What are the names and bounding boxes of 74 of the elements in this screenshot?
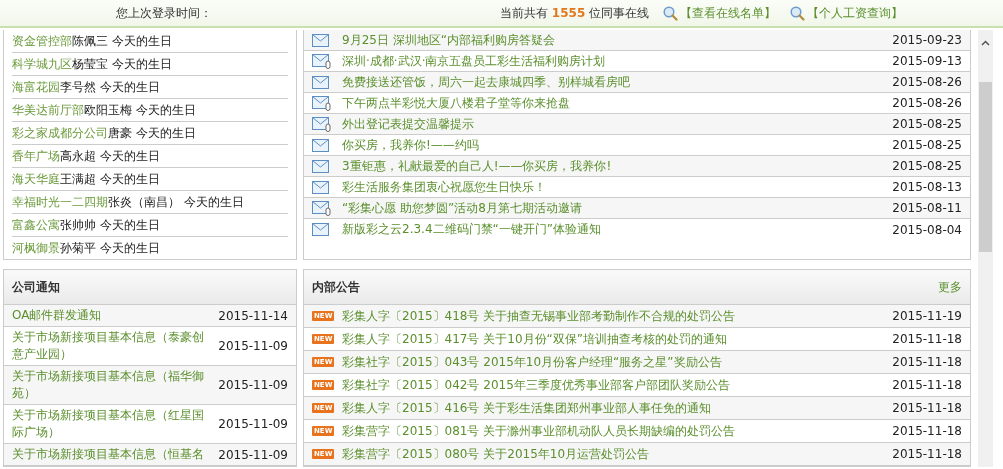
birthday-entry: 资金管控部陈佩三 今天的生日 <box>12 34 172 48</box>
date-text: 2015-08-25 <box>892 117 962 131</box>
scrollbar-thumb[interactable] <box>979 82 992 252</box>
message-link[interactable]: 深圳·成都·武汉·南京五盘员工彩生活福利购房计划 <box>342 52 893 70</box>
message-link[interactable]: 9月25日 深圳地区“内部福利购房答疑会 <box>342 31 893 49</box>
date-text: 2015-11-09 <box>218 447 288 462</box>
date-text: 2015-11-14 <box>218 308 288 323</box>
envelope-icon <box>312 159 329 173</box>
date-text: 2015-11-09 <box>218 378 288 392</box>
panel-title: 公司通知 <box>12 278 60 296</box>
date-text: 2015-08-25 <box>892 159 962 173</box>
notice-link[interactable]: 彩集人字〔2015〕418号 关于抽查无锡事业部考勤制作不合规的处罚公告 <box>342 307 893 325</box>
date-text: 2015-08-11 <box>892 201 962 215</box>
date-text: 2015-08-25 <box>892 138 962 152</box>
date-text: 2015-09-13 <box>892 54 962 68</box>
birthday-entry: 海天华庭王满超 今天的生日 <box>12 172 160 186</box>
notice-link[interactable]: OA邮件群发通知 <box>12 307 211 324</box>
date-text: 2015-11-18 <box>892 355 962 369</box>
message-link[interactable]: 3重钜惠，礼献最爱的自己人!——你买房，我养你! <box>342 157 893 175</box>
birthday-entry: 华美达前厅部欧阳玉梅 今天的生日 <box>12 103 196 117</box>
notice-link[interactable]: 关于市场新接项目基本信息（福华御苑） <box>12 368 211 402</box>
notice-link[interactable]: 彩集营字〔2015〕081号 关于滁州事业部机动队人员长期缺编的处罚公告 <box>342 422 893 440</box>
scrollbar[interactable] <box>978 30 993 467</box>
envelope-icon <box>312 138 329 152</box>
message-link[interactable]: “彩集心愿 助您梦圆”活动8月第七期活动邀请 <box>342 199 893 217</box>
birthday-entry: 海富花园李号然 今天的生日 <box>12 80 160 94</box>
date-text: 2015-08-04 <box>892 222 962 237</box>
envelope-paperclip-icon <box>312 95 331 111</box>
message-link[interactable]: 彩生活服务集团衷心祝愿您生日快乐！ <box>342 178 893 196</box>
notice-link[interactable]: 关于市场新接项目基本信息（泰豪创意产业园） <box>12 329 211 363</box>
date-text: 2015-08-13 <box>892 180 962 194</box>
date-text: 2015-08-26 <box>892 96 962 110</box>
birthday-entry: 彩之家成都分公司唐豪 今天的生日 <box>12 126 196 140</box>
birthday-entry: 科学城九区杨莹宝 今天的生日 <box>12 57 172 71</box>
date-text: 2015-11-18 <box>892 424 962 438</box>
date-text: 2015-11-18 <box>892 378 962 392</box>
message-link[interactable]: 免费接送还管饭，周六一起去康城四季、别样城看房吧 <box>342 73 893 91</box>
online-count-text: 当前共有 1555 位同事在线 <box>500 4 650 22</box>
date-text: 2015-11-18 <box>892 447 962 461</box>
search-icon <box>663 5 679 21</box>
date-text: 2015-08-26 <box>892 75 962 89</box>
message-link[interactable]: 下午两点半彩悦大厦八楼君子堂等你来抢盘 <box>342 94 893 112</box>
date-text: 2015-11-18 <box>892 332 962 346</box>
search-icon <box>790 5 806 21</box>
more-link[interactable]: 更多 <box>938 278 962 296</box>
scroll-up-icon[interactable] <box>981 40 990 46</box>
birthday-entry: 河枫御景孙菊平 今天的生日 <box>12 241 160 255</box>
message-link[interactable]: 你买房，我养你!——约吗 <box>342 136 893 154</box>
last-login-label: 您上次登录时间： <box>116 4 213 22</box>
envelope-icon <box>312 180 329 194</box>
message-link[interactable]: 外出登记表提交温馨提示 <box>342 115 893 133</box>
date-text: 2015-11-09 <box>218 417 288 431</box>
notice-link[interactable]: 关于市场新接项目基本信息（恒基名 <box>12 446 211 463</box>
envelope-icon <box>312 33 329 47</box>
link[interactable]: 【个人工资查询】 <box>790 4 904 22</box>
link[interactable]: 【查看在线名单】 <box>663 4 777 22</box>
notice-link[interactable]: 关于市场新接项目基本信息（红星国际广场） <box>12 407 211 441</box>
panel-title: 内部公告 <box>312 278 360 296</box>
birthday-entry: 香年广场高永超 今天的生日 <box>12 149 160 163</box>
envelope-paperclip-icon <box>312 53 331 69</box>
notice-link[interactable]: 彩集社字〔2015〕043号 2015年10月份客户经理“服务之星”奖励公告 <box>342 353 893 371</box>
envelope-icon <box>312 223 329 236</box>
notice-link[interactable]: 彩集人字〔2015〕417号 关于10月份“双保”培训抽查考核的处罚的通知 <box>342 330 893 348</box>
birthday-entry: 幸福时光一二四期张炎（南昌） 今天的生日 <box>12 195 244 209</box>
envelope-icon <box>312 75 329 89</box>
date-text: 2015-09-23 <box>892 33 962 47</box>
notice-link[interactable]: 彩集社字〔2015〕042号 2015年三季度优秀事业部客户部团队奖励公告 <box>342 376 893 394</box>
message-link[interactable]: 新版彩之云2.3.4二维码门禁“一键开门”体验通知 <box>342 221 893 238</box>
date-text: 2015-11-18 <box>892 401 962 415</box>
notice-link[interactable]: 彩集营字〔2015〕080号 关于2015年10月运营处罚公告 <box>342 445 893 463</box>
birthday-entry: 富鑫公寓张帅帅 今天的生日 <box>12 218 160 232</box>
date-text: 2015-11-19 <box>892 309 962 323</box>
date-text: 2015-11-09 <box>218 339 288 353</box>
notice-link[interactable]: 彩集人字〔2015〕416号 关于彩生活集团郑州事业部人事任免的通知 <box>342 399 893 417</box>
